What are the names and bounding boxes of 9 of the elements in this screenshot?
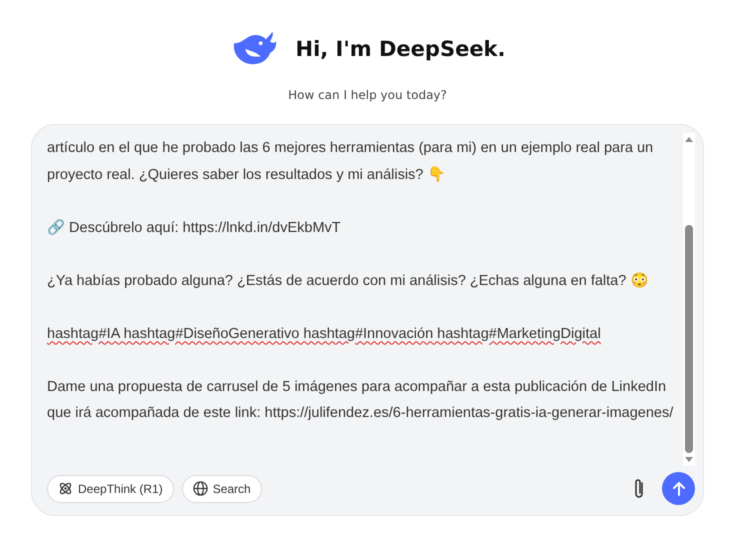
subtitle-text: How can I help you today? [288,88,447,102]
toggle-button[interactable]: DeepThink (R1) [47,474,174,502]
message-paragraph: hashtag#IA hashtag#DiseñoGenerativo hashtag#Innovación hashtag#MarketingDigital [47,324,602,344]
toggle-button[interactable]: Search [182,474,262,502]
message-paragraph: artículo en el que he probado las 6 mejores herramientas (para mi) en un ejemplo real para un proyecto real. ¿Quieres saber los resultados y mi análisis? 👇 [47,139,654,184]
message-paragraph: ¿Ya habías probado alguna? ¿Estás de acuerdo con mi análisis? ¿Echas alguna en falta? 😳 [47,272,650,290]
message-paragraph: Dame una propuesta de carrusel de 5 imágenes para acompañar a esta publicación de LinkedIn que irá acompañada de este link: https://julifendez.es/6-herramientas-gratis-ia-generar-imagenes/ [47,378,674,423]
greeting-title: Hi, I'm DeepSeek. [296,37,506,61]
message-paragraph: 🔗 Descúbrelo aquí: https://lnkd.in/dvEkbMvT [47,218,342,238]
